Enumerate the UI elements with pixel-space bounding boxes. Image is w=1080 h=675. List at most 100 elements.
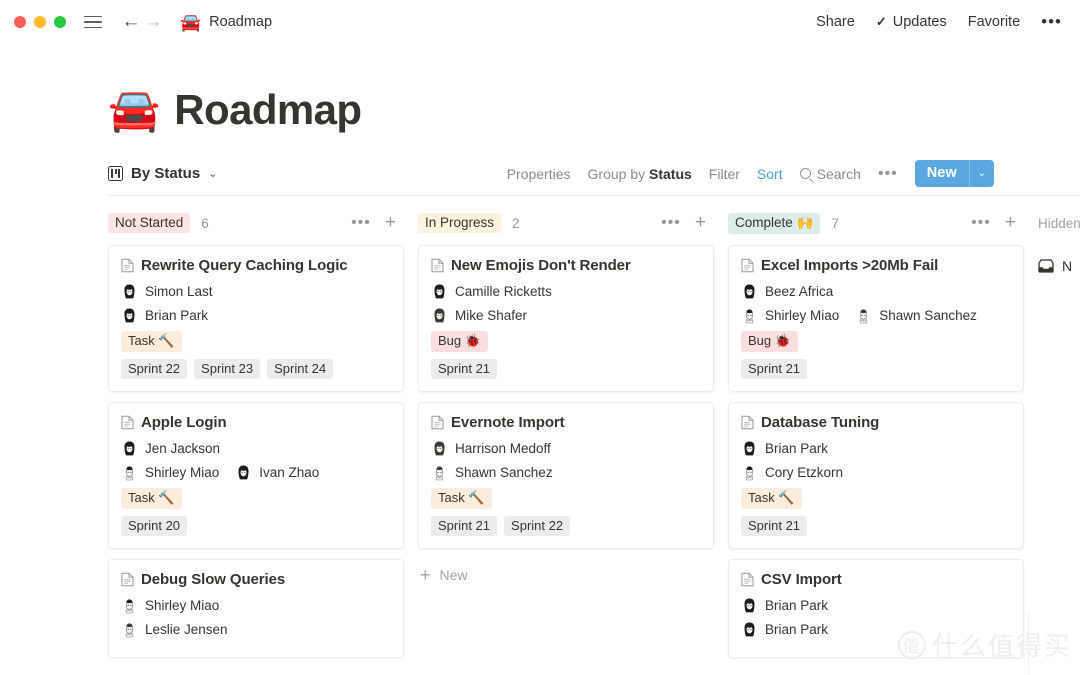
search-button[interactable]: Search xyxy=(799,166,861,182)
board-card[interactable]: Debug Slow Queries Shirley Miao Leslie Jen… xyxy=(108,559,404,658)
card-type-tag[interactable]: Task 🔨 xyxy=(741,488,802,509)
card-person[interactable]: Shirley Miao xyxy=(741,307,839,324)
card-person[interactable]: Mike Shafer xyxy=(431,307,527,324)
card-person[interactable]: Beez Africa xyxy=(741,283,833,300)
group-by-value: Status xyxy=(649,165,692,182)
traffic-lights xyxy=(14,16,66,28)
maximize-window-button[interactable] xyxy=(54,16,66,28)
filter-button[interactable]: Filter xyxy=(709,166,740,182)
column-add-icon[interactable]: + xyxy=(695,213,706,232)
view-more-icon[interactable]: ••• xyxy=(878,166,898,181)
card-sprint-tag[interactable]: Sprint 22 xyxy=(121,359,188,379)
board-card[interactable]: Apple Login Jen Jackson Shirley Miao Ivan Z… xyxy=(108,402,404,549)
forward-arrow-icon[interactable]: → xyxy=(142,11,164,33)
card-type-tag-row: Bug 🐞 xyxy=(741,331,1011,352)
page-title[interactable]: Roadmap xyxy=(174,86,362,134)
card-person-name: Simon Last xyxy=(145,284,213,299)
card-sprint-tag[interactable]: Sprint 24 xyxy=(267,359,334,379)
card-people-row: Brian Park xyxy=(121,307,391,324)
card-type-tag[interactable]: Task 🔨 xyxy=(121,331,182,352)
properties-button[interactable]: Properties xyxy=(507,166,571,182)
card-person[interactable]: Shawn Sanchez xyxy=(855,307,977,324)
card-person[interactable]: Simon Last xyxy=(121,283,213,300)
updates-button[interactable]: ✓ Updates xyxy=(876,14,947,30)
avatar-shirley-miao xyxy=(741,307,758,324)
minimize-window-button[interactable] xyxy=(34,16,46,28)
card-person[interactable]: Ivan Zhao xyxy=(235,464,319,481)
card-type-tag[interactable]: Bug 🐞 xyxy=(431,331,488,352)
card-title-row: Apple Login xyxy=(121,414,391,431)
card-title: Apple Login xyxy=(141,414,227,431)
group-by-button[interactable]: Group by Status xyxy=(588,166,692,182)
card-person-name: Ivan Zhao xyxy=(259,465,320,480)
card-person[interactable]: Brian Park xyxy=(741,597,828,614)
avatar-brian-park xyxy=(741,621,758,638)
card-sprint-tag[interactable]: Sprint 21 xyxy=(741,516,808,536)
column-status-chip[interactable]: In Progress xyxy=(418,213,502,233)
card-person[interactable]: Camille Ricketts xyxy=(431,283,552,300)
card-person[interactable]: Shirley Miao xyxy=(121,464,219,481)
card-sprint-tag[interactable]: Sprint 20 xyxy=(121,516,188,536)
card-title: Evernote Import xyxy=(451,414,565,431)
board-card[interactable]: Database Tuning Brian Park Cory Etzkorn Tas… xyxy=(728,402,1024,549)
card-type-tag[interactable]: Bug 🐞 xyxy=(741,331,798,352)
hidden-column-item[interactable]: N xyxy=(1038,258,1080,274)
card-type-tag[interactable]: Task 🔨 xyxy=(431,488,492,509)
card-people-row: Cory Etzkorn xyxy=(741,464,1011,481)
board-card[interactable]: Evernote Import Harrison Medoff Shawn Sanc… xyxy=(418,402,714,549)
view-tab-label: By Status xyxy=(131,165,201,182)
board-card[interactable]: Rewrite Query Caching Logic Simon Last Bri… xyxy=(108,245,404,392)
card-person-name: Brian Park xyxy=(765,598,829,613)
card-person[interactable]: Harrison Medoff xyxy=(431,440,551,457)
view-tab-by-status[interactable]: By Status ⌄ xyxy=(108,165,217,182)
board-card[interactable]: New Emojis Don't Render Camille Ricketts M… xyxy=(418,245,714,392)
view-toolbar-actions: Properties Group by Status Filter Sort S… xyxy=(507,160,994,187)
card-sprint-tag[interactable]: Sprint 21 xyxy=(431,359,498,379)
card-person[interactable]: Shirley Miao xyxy=(121,597,219,614)
card-person-name: Cory Etzkorn xyxy=(765,465,844,480)
column-more-icon[interactable]: ••• xyxy=(661,215,681,230)
share-button[interactable]: Share xyxy=(816,14,855,30)
card-sprint-tag[interactable]: Sprint 21 xyxy=(431,516,498,536)
sort-button[interactable]: Sort xyxy=(757,166,783,182)
breadcrumb[interactable]: Roadmap xyxy=(209,14,272,30)
card-type-tag-row: Task 🔨 xyxy=(121,331,391,352)
column-add-icon[interactable]: + xyxy=(1005,213,1016,232)
favorite-button[interactable]: Favorite xyxy=(968,14,1020,30)
column-status-chip[interactable]: Complete 🙌 xyxy=(728,212,821,234)
new-dropdown-chevron-icon[interactable]: ⌄ xyxy=(968,160,994,187)
card-sprint-tag[interactable]: Sprint 22 xyxy=(504,516,571,536)
card-person[interactable]: Jen Jackson xyxy=(121,440,220,457)
card-sprint-tag[interactable]: Sprint 21 xyxy=(741,359,808,379)
avatar-leslie-jensen xyxy=(121,621,138,638)
card-sprint-tag-row: Sprint 21 Sprint 22 xyxy=(431,516,701,536)
new-button[interactable]: New xyxy=(914,160,969,187)
more-options-icon[interactable]: ••• xyxy=(1041,13,1062,29)
hamburger-icon[interactable] xyxy=(84,15,102,29)
column-new-card-button[interactable]: + New xyxy=(418,559,714,585)
hidden-column-label[interactable]: Hidden xyxy=(1038,216,1080,231)
back-arrow-icon[interactable]: ← xyxy=(120,11,142,33)
avatar-shawn-sanchez xyxy=(431,464,448,481)
card-person[interactable]: Leslie Jensen xyxy=(121,621,228,638)
document-icon xyxy=(121,415,134,430)
chevron-down-icon: ⌄ xyxy=(208,168,218,180)
card-person[interactable]: Brian Park xyxy=(121,307,208,324)
board-card[interactable]: Excel Imports >20Mb Fail Beez Africa Shirl… xyxy=(728,245,1024,392)
card-person[interactable]: Shawn Sanchez xyxy=(431,464,553,481)
card-person-name: Leslie Jensen xyxy=(145,622,228,637)
close-window-button[interactable] xyxy=(14,16,26,28)
card-person[interactable]: Cory Etzkorn xyxy=(741,464,843,481)
card-type-tag[interactable]: Task 🔨 xyxy=(121,488,182,509)
board-column: Not Started 6 ••• + Rewrite Query Caching Lo… xyxy=(108,210,418,668)
kanban-board: Not Started 6 ••• + Rewrite Query Caching Lo… xyxy=(108,210,1080,668)
card-person[interactable]: Brian Park xyxy=(741,621,828,638)
card-sprint-tag[interactable]: Sprint 23 xyxy=(194,359,261,379)
page-emoji-icon[interactable]: 🚘 xyxy=(108,89,160,131)
column-add-icon[interactable]: + xyxy=(385,213,396,232)
column-status-chip[interactable]: Not Started xyxy=(108,213,191,233)
card-person[interactable]: Brian Park xyxy=(741,440,828,457)
updates-label: Updates xyxy=(892,14,947,30)
column-more-icon[interactable]: ••• xyxy=(971,215,991,230)
column-more-icon[interactable]: ••• xyxy=(351,215,371,230)
